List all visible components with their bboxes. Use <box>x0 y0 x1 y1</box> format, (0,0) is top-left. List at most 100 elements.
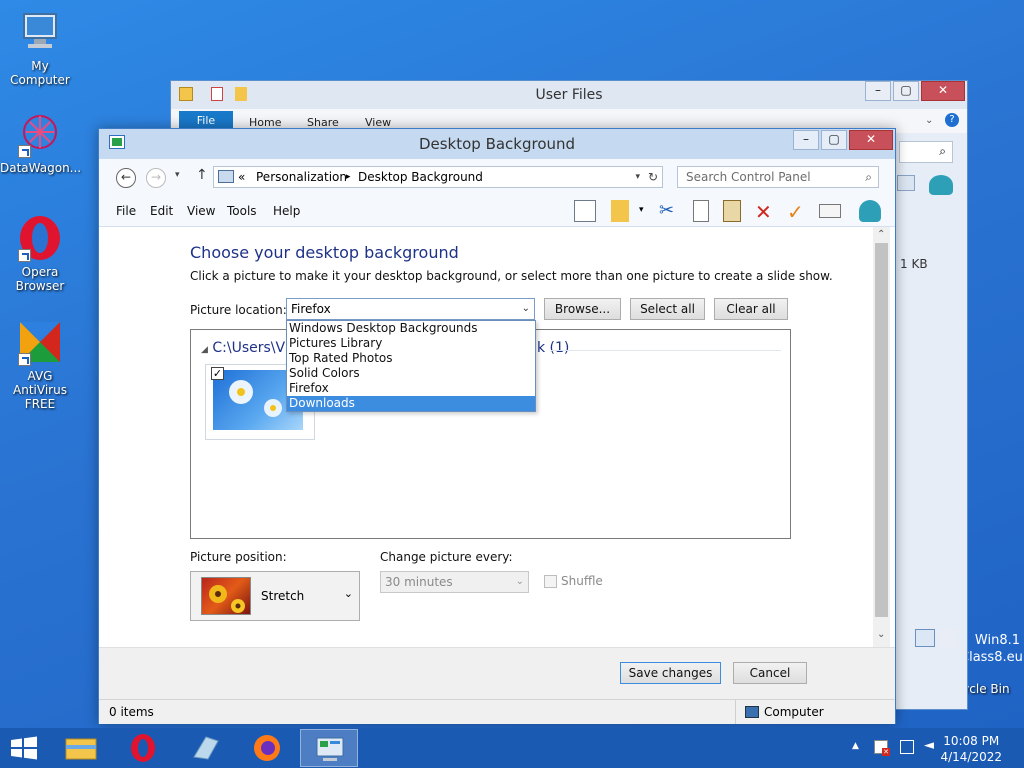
titlebar[interactable]: Desktop Background – ▢ ✕ <box>99 129 895 159</box>
save-changes-button[interactable]: Save changes <box>620 662 721 684</box>
group-header[interactable]: ◢ C:\Users\VM <box>201 340 297 356</box>
help-icon[interactable]: ? <box>945 113 959 127</box>
scroll-down-icon[interactable]: ⌄ <box>877 629 885 640</box>
minimize-button[interactable]: – <box>865 81 891 101</box>
location-option[interactable]: Firefox <box>287 381 535 396</box>
large-icons-view-icon[interactable] <box>939 629 957 647</box>
picture-position-select[interactable]: Stretch ⌄ <box>190 571 360 621</box>
change-picture-value: 30 minutes <box>385 575 453 589</box>
desktop-icon-label: My Computer <box>10 59 70 87</box>
taskbar-firefox[interactable] <box>238 729 296 767</box>
chevron-down-icon[interactable]: ▾ <box>639 205 649 227</box>
location-option[interactable]: Solid Colors <box>287 366 535 381</box>
maximize-button[interactable]: ▢ <box>821 130 847 150</box>
desktop-icon-opera[interactable]: Opera Browser <box>0 214 80 293</box>
start-button[interactable] <box>0 729 48 767</box>
maximize-button[interactable]: ▢ <box>893 81 919 101</box>
recent-pages-dropdown[interactable]: ▾ <box>175 170 180 180</box>
user-files-title: User Files <box>535 87 603 103</box>
delete-icon[interactable]: ✕ <box>755 200 777 224</box>
location-option[interactable]: Pictures Library <box>287 336 535 351</box>
breadcrumb-overflow[interactable]: « <box>238 167 245 187</box>
folder-options-icon[interactable] <box>611 200 629 222</box>
search-icon: ⌕ <box>865 170 872 184</box>
collapse-icon[interactable]: ◢ <box>201 345 208 355</box>
menu-help[interactable]: Help <box>273 204 300 218</box>
desktop-icon-label: AVG AntiVirus FREE <box>13 369 67 411</box>
picture-position-label: Picture position: <box>190 550 287 564</box>
taskbar-app[interactable] <box>176 729 234 767</box>
view-icon[interactable] <box>897 175 915 191</box>
up-arrow-icon[interactable]: ↑ <box>196 167 208 183</box>
location-option[interactable]: Top Rated Photos <box>287 351 535 366</box>
checkmark-icon[interactable]: ✓ <box>787 200 809 224</box>
action-center-icon[interactable]: ✕ <box>874 740 890 756</box>
taskbar-control-panel[interactable] <box>300 729 358 767</box>
menu-view[interactable]: View <box>187 204 215 218</box>
wallpaper-checkbox[interactable]: ✓ <box>211 367 224 380</box>
back-button[interactable]: ← <box>116 168 136 188</box>
copy-icon[interactable] <box>693 200 709 222</box>
group-count: k (1) <box>537 340 570 356</box>
desktop-icon-my-computer[interactable]: My Computer <box>0 8 80 87</box>
watermark-line: Win8.1 <box>974 633 1020 648</box>
cut-icon[interactable]: ✂ <box>659 200 681 222</box>
search-input-fragment[interactable]: ⌕ <box>899 141 953 163</box>
picture-location-dropdown: Windows Desktop Backgrounds Pictures Lib… <box>286 320 536 412</box>
picture-location-select[interactable]: Firefox ⌄ <box>286 298 535 320</box>
change-picture-label: Change picture every: <box>380 550 513 564</box>
location-option-highlighted[interactable]: Downloads <box>287 396 535 411</box>
menu-tools[interactable]: Tools <box>227 204 257 218</box>
shell-icon[interactable] <box>929 175 953 195</box>
taskbar-opera[interactable] <box>114 729 172 767</box>
taskbar-file-explorer[interactable] <box>52 729 110 767</box>
browse-button[interactable]: Browse... <box>544 298 621 320</box>
desktop-background-window[interactable]: Desktop Background – ▢ ✕ ← → ▾ ↑ « Perso… <box>98 128 896 724</box>
shuffle-checkbox[interactable] <box>544 575 557 588</box>
network-icon[interactable] <box>900 740 914 754</box>
status-divider <box>735 700 736 724</box>
layout-icon[interactable] <box>574 200 596 222</box>
refresh-icon[interactable]: ↻ <box>648 167 658 187</box>
cancel-button[interactable]: Cancel <box>733 662 807 684</box>
details-view-icon[interactable] <box>915 629 935 647</box>
status-bar: 0 items Computer <box>99 699 895 724</box>
status-location: Computer <box>764 705 824 719</box>
breadcrumb-personalization[interactable]: Personalization <box>256 167 347 187</box>
select-all-button[interactable]: Select all <box>630 298 705 320</box>
desktop-icon-datawagon[interactable]: DataWagon... <box>0 110 81 175</box>
close-button[interactable]: ✕ <box>849 130 893 150</box>
search-input[interactable]: Search Control Panel ⌕ <box>677 166 879 188</box>
group-divider <box>551 350 781 351</box>
menu-edit[interactable]: Edit <box>150 204 173 218</box>
menu-file[interactable]: File <box>116 204 136 218</box>
scrollbar[interactable]: ⌃ ⌄ <box>873 227 890 647</box>
address-dropdown-icon[interactable]: ▾ <box>635 167 640 187</box>
address-bar[interactable]: « Personalization ▸ Desktop Background ▾… <box>213 166 663 188</box>
taskbar: ▲ ✕ ◄ 10:08 PM 4/14/2022 <box>0 728 1024 768</box>
menu-bar: File Edit View Tools Help ▾ ✂ ✕ ✓ <box>99 195 895 227</box>
shell-icon[interactable] <box>859 200 881 222</box>
volume-icon[interactable]: ◄ <box>924 738 934 753</box>
forward-button[interactable]: → <box>146 168 166 188</box>
control-panel-icon <box>316 737 344 761</box>
breadcrumb-separator-icon[interactable]: ▸ <box>346 167 351 187</box>
footer: Save changes Cancel <box>99 647 895 699</box>
clear-all-button[interactable]: Clear all <box>714 298 788 320</box>
location-option[interactable]: Windows Desktop Backgrounds <box>287 321 535 336</box>
show-hidden-icons[interactable]: ▲ <box>852 741 859 751</box>
computer-icon <box>16 8 64 56</box>
minimize-button[interactable]: – <box>793 130 819 150</box>
breadcrumb-desktop-background[interactable]: Desktop Background <box>358 167 483 187</box>
desktop-icon-avg[interactable]: AVG AntiVirus FREE <box>0 318 80 411</box>
clock[interactable]: 10:08 PM 4/14/2022 <box>940 733 1002 765</box>
scroll-up-icon[interactable]: ⌃ <box>877 229 885 240</box>
change-picture-select[interactable]: 30 minutes ⌄ <box>380 571 529 593</box>
opera-icon <box>131 734 155 762</box>
user-files-titlebar[interactable]: User Files – ▢ ✕ <box>171 81 967 109</box>
close-button[interactable]: ✕ <box>921 81 965 101</box>
paste-icon[interactable] <box>723 200 741 222</box>
chevron-down-icon[interactable]: ⌄ <box>925 115 933 126</box>
scrollbar-thumb[interactable] <box>875 243 888 617</box>
properties-icon[interactable] <box>819 204 841 218</box>
